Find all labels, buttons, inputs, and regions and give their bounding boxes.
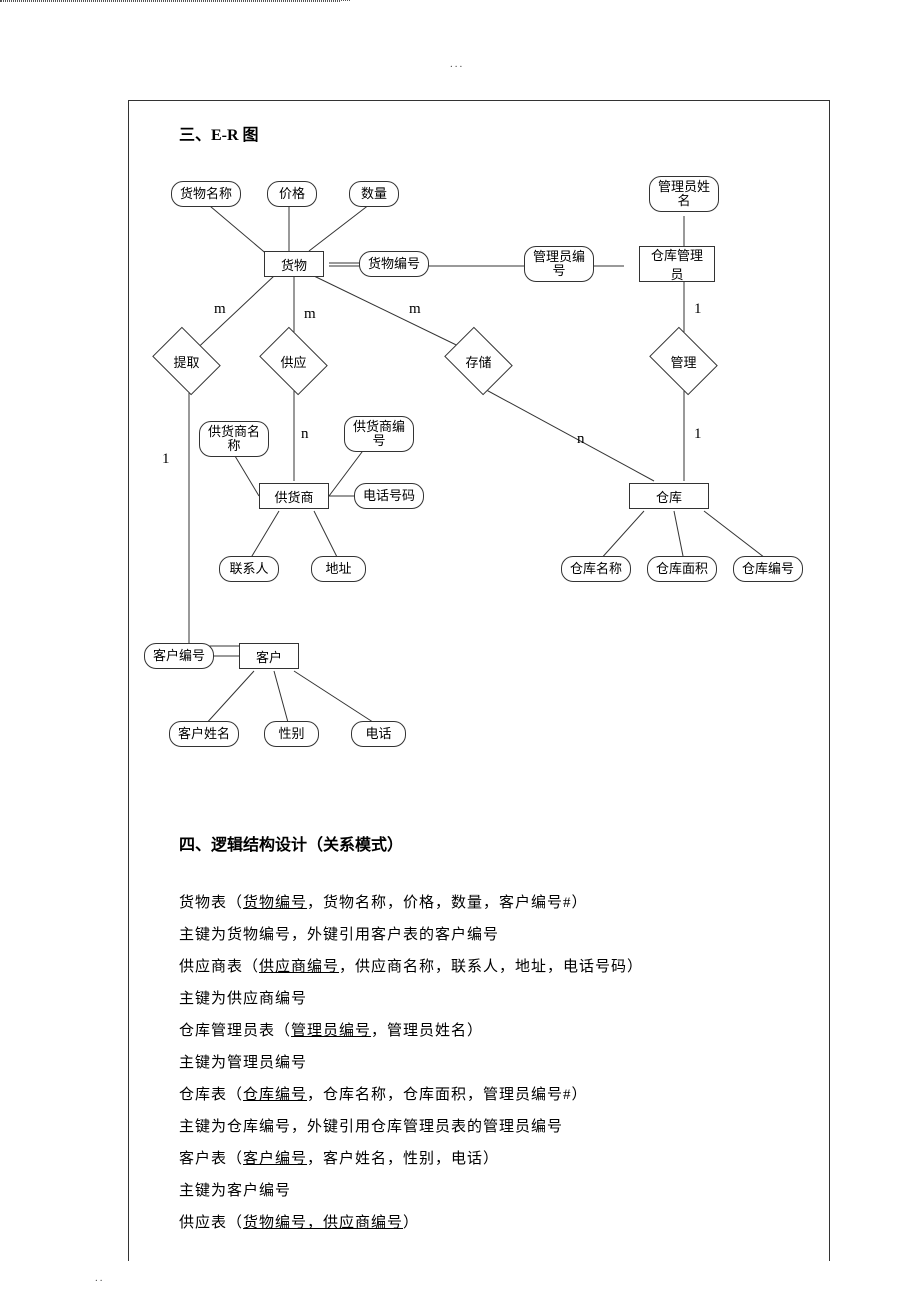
attr-gender: 性别	[264, 721, 319, 747]
entity-manager: 仓库管理 员	[639, 246, 715, 282]
card-n-1: n	[301, 426, 309, 443]
entity-goods: 货物	[264, 251, 324, 277]
attr-address: 地址	[311, 556, 366, 582]
attr-wh-area: 仓库面积	[647, 556, 717, 582]
schema-line-4: 仓库管理员表（管理员编号，管理员姓名）	[179, 1019, 483, 1043]
attr-contact: 联系人	[219, 556, 279, 582]
attr-manager-name: 管理员姓 名	[649, 176, 719, 212]
attr-price: 价格	[267, 181, 317, 207]
er-lines	[129, 101, 829, 821]
schema-line-6: 仓库表（仓库编号，仓库名称，仓库面积，管理员编号#）	[179, 1083, 588, 1107]
schema-line-3: 主键为供应商编号	[179, 987, 307, 1011]
rel-extract: 提取	[159, 341, 214, 381]
attr-supplier-name: 供货商名 称	[199, 421, 269, 457]
rel-manage: 管理	[656, 341, 711, 381]
card-1-b: 1	[162, 451, 170, 468]
attr-manager-id: 管理员编 号	[524, 246, 594, 282]
rel-store-label: 存储	[465, 352, 491, 371]
content-frame: 三、E-R 图	[128, 100, 830, 1261]
rel-supply-label: 供应	[280, 352, 306, 371]
rel-store: 存储	[451, 341, 506, 381]
card-m-1: m	[214, 301, 226, 318]
attr-goods-name: 货物名称	[171, 181, 241, 207]
footer-mark: ..	[95, 1272, 105, 1284]
page: ... .. 三、E-R 图	[0, 0, 920, 1302]
attr-cust-id: 客户编号	[144, 643, 214, 669]
rel-extract-label: 提取	[173, 352, 199, 371]
attr-cust-name: 客户姓名	[169, 721, 239, 747]
rel-supply: 供应	[266, 341, 321, 381]
card-1-a: 1	[694, 301, 702, 318]
attr-wh-name: 仓库名称	[561, 556, 631, 582]
schema-line-5: 主键为管理员编号	[179, 1051, 307, 1075]
card-n-2: n	[577, 431, 585, 448]
header-rule-right	[0, 1, 340, 2]
attr-supplier-id: 供货商编 号	[344, 416, 414, 452]
attr-quantity: 数量	[349, 181, 399, 207]
card-m-2: m	[304, 306, 316, 323]
header-center-mark: ...	[450, 58, 464, 70]
attr-wh-id: 仓库编号	[733, 556, 803, 582]
attr-tel: 电话	[351, 721, 406, 747]
section-4-title: 四、逻辑结构设计（关系模式）	[179, 831, 403, 855]
attr-phone: 电话号码	[354, 483, 424, 509]
schema-line-8: 客户表（客户编号，客户姓名，性别，电话）	[179, 1147, 499, 1171]
entity-supplier: 供货商	[259, 483, 329, 509]
schema-line-2: 供应商表（供应商编号，供应商名称，联系人，地址，电话号码）	[179, 955, 643, 979]
entity-customer: 客户	[239, 643, 299, 669]
schema-line-1: 主键为货物编号，外键引用客户表的客户编号	[179, 923, 499, 947]
card-1-c: 1	[694, 426, 702, 443]
card-m-3: m	[409, 301, 421, 318]
schema-line-0: 货物表（货物编号，货物名称，价格，数量，客户编号#）	[179, 891, 588, 915]
schema-line-9: 主键为客户编号	[179, 1179, 291, 1203]
rel-manage-label: 管理	[670, 352, 696, 371]
schema-line-10: 供应表（货物编号，供应商编号）	[179, 1211, 419, 1235]
attr-goods-id: 货物编号	[359, 251, 429, 277]
schema-line-7: 主键为仓库编号，外键引用仓库管理员表的管理员编号	[179, 1115, 563, 1139]
entity-warehouse: 仓库	[629, 483, 709, 509]
